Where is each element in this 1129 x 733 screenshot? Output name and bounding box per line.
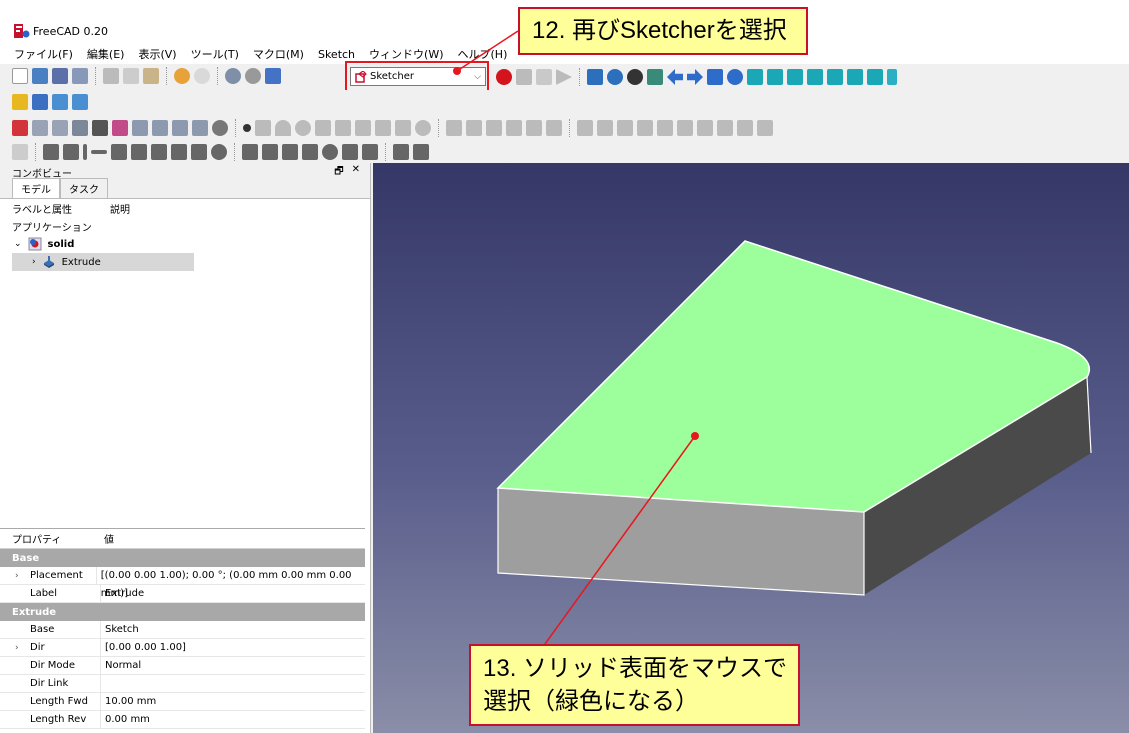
callout-step-13: 13. ソリッド表面をマウスで 選択（緑色になる）	[469, 644, 800, 726]
callout-leader-12	[456, 30, 519, 72]
callout-leader-13	[544, 435, 696, 645]
callout-step-12: 12. 再びSketcherを選択	[518, 7, 808, 55]
callout-step-13-line1: 13. ソリッド表面をマウスで	[483, 655, 788, 682]
callout-dot-13	[691, 432, 699, 440]
annotation-overlay	[453, 30, 699, 645]
callout-step-13-line2: 選択（緑色になる）	[483, 688, 699, 715]
callout-dot-12	[453, 67, 461, 75]
callout-step-12-text: 12. 再びSketcherを選択	[532, 17, 787, 44]
